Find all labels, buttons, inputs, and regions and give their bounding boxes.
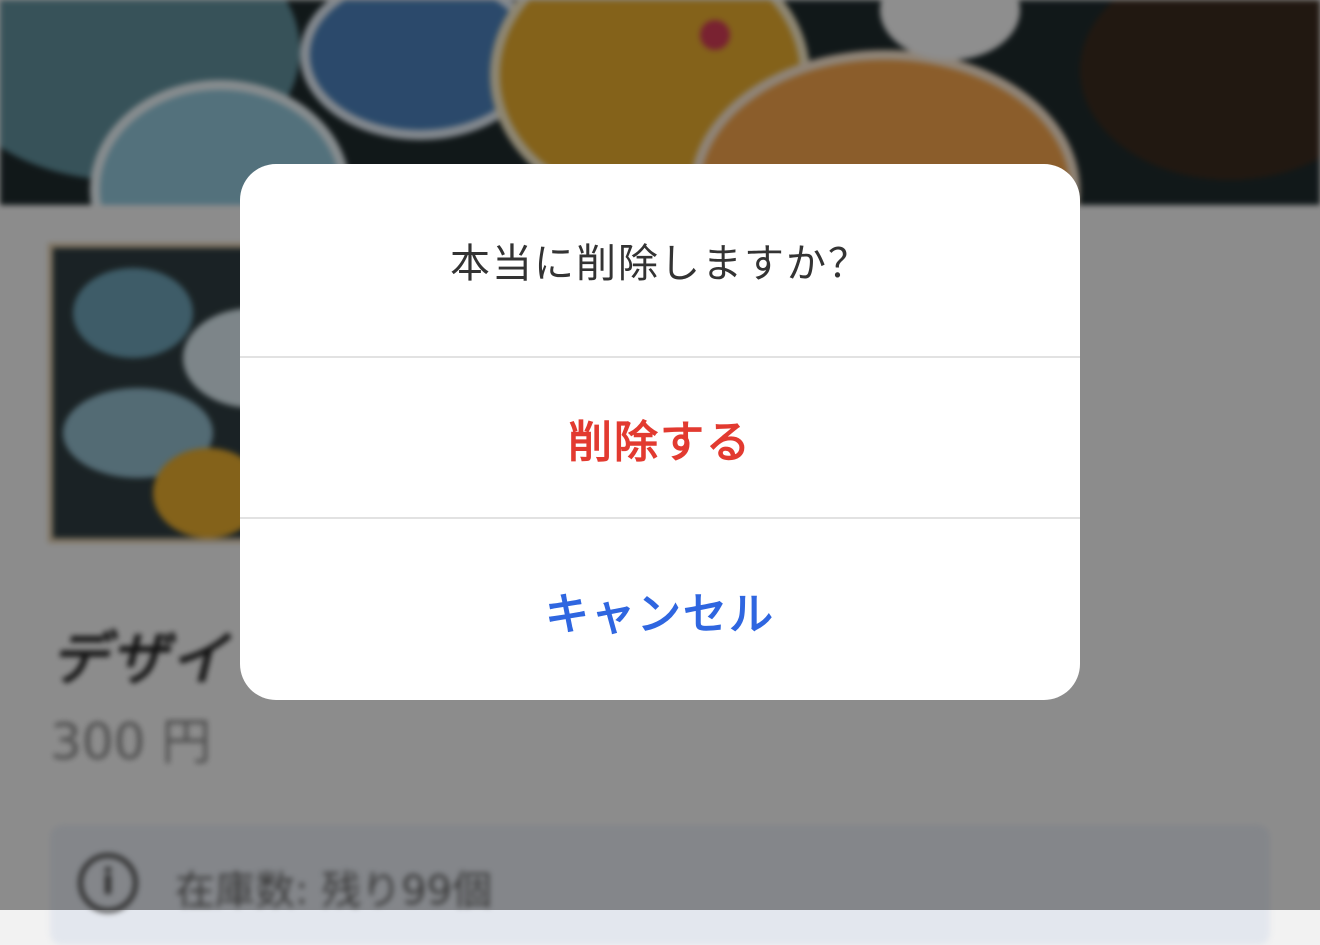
delete-confirm-dialog: 本当に削除しますか？ 削除する キャンセル: [240, 164, 1080, 700]
delete-button[interactable]: 削除する: [240, 358, 1080, 519]
dialog-message: 本当に削除しますか？: [240, 164, 1080, 358]
cancel-button[interactable]: キャンセル: [240, 519, 1080, 700]
